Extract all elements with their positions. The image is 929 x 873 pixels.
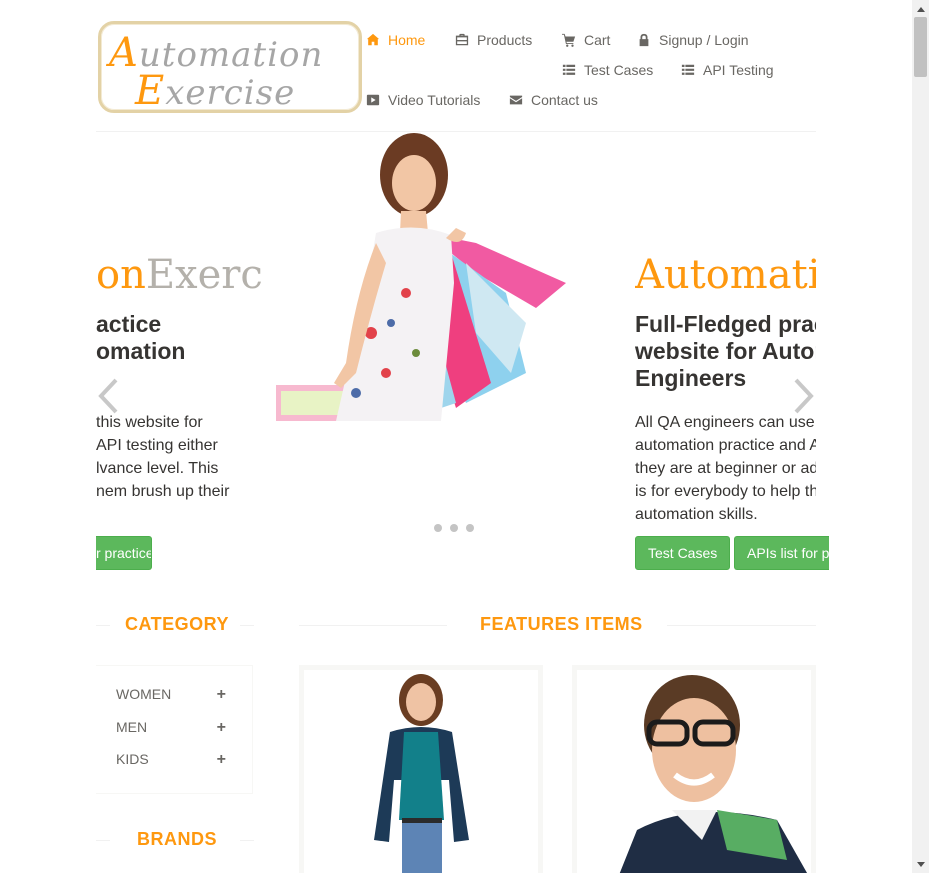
list-icon xyxy=(562,64,576,75)
product-image-woman xyxy=(374,674,469,873)
product-image-man xyxy=(619,675,808,873)
slider-shopping-girl-image xyxy=(276,133,566,421)
youtube-play-icon xyxy=(366,94,380,106)
logo-line-2: Exercise xyxy=(135,68,296,114)
scrollbar-thumb[interactable] xyxy=(914,17,927,77)
nav-video-label: Video Tutorials xyxy=(388,92,481,108)
chevron-left-icon xyxy=(98,378,118,414)
apis-list-button-left[interactable]: r practice xyxy=(96,536,152,570)
nav-cart-label: Cart xyxy=(584,32,611,48)
category-item-kids[interactable]: KIDS + xyxy=(116,751,226,769)
nav-test-cases[interactable]: Test Cases xyxy=(562,62,653,78)
site-logo[interactable]: Automation Exercise xyxy=(98,21,362,114)
page: Automation Exercise Home Products Cart S… xyxy=(0,0,912,873)
slide-subtitle-left: actice omation xyxy=(96,311,186,364)
slider-prev-arrow[interactable] xyxy=(97,377,119,415)
nav-login[interactable]: Signup / Login xyxy=(637,32,749,48)
brands-line-right xyxy=(240,840,254,841)
envelope-icon xyxy=(509,95,523,105)
category-line-right xyxy=(240,625,254,626)
slider-dot[interactable] xyxy=(450,524,458,532)
category-label: KIDS xyxy=(116,751,149,767)
brands-line-left xyxy=(96,840,110,841)
product-card xyxy=(572,665,816,873)
slider-dot[interactable] xyxy=(434,524,442,532)
slide-title-right: Automation xyxy=(635,252,816,298)
slide-text-right: All QA engineers can use this website fo… xyxy=(635,414,816,523)
category-label: WOMEN xyxy=(116,686,172,702)
category-item-women[interactable]: WOMEN + xyxy=(116,686,226,704)
category-line-left xyxy=(96,625,110,626)
slider-indicators xyxy=(434,524,474,532)
vertical-scrollbar[interactable] xyxy=(912,0,929,873)
caret-up-icon xyxy=(916,6,925,12)
nav-contact-us[interactable]: Contact us xyxy=(509,92,598,108)
home-icon xyxy=(366,33,380,46)
test-cases-button[interactable]: Test Cases xyxy=(635,536,731,570)
features-heading: FEATURES ITEMS xyxy=(480,614,643,634)
briefcase-icon xyxy=(455,33,469,46)
slide-text-left: this website for API testing either lvan… xyxy=(96,414,230,500)
caret-down-icon xyxy=(916,861,925,867)
nav-api-testing[interactable]: API Testing xyxy=(681,62,774,78)
slide-title-left: onExercise xyxy=(96,252,261,298)
slider-next-arrow[interactable] xyxy=(793,377,815,415)
list-icon xyxy=(681,64,695,75)
nav-test-cases-label: Test Cases xyxy=(584,62,654,78)
slider-dot[interactable] xyxy=(466,524,474,532)
category-panel: WOMEN + MEN + KIDS + xyxy=(96,665,253,794)
nav-home[interactable]: Home xyxy=(366,32,425,48)
plus-icon[interactable]: + xyxy=(217,686,226,704)
brands-heading: BRANDS xyxy=(137,829,218,849)
category-heading: CATEGORY xyxy=(125,614,230,634)
nav-contact-label: Contact us xyxy=(531,92,598,108)
plus-icon[interactable]: + xyxy=(217,751,226,769)
product-card xyxy=(299,665,543,873)
apis-list-button[interactable]: APIs list for practice xyxy=(734,536,829,570)
lock-icon xyxy=(639,33,649,47)
category-label: MEN xyxy=(116,719,148,735)
nav-cart[interactable]: Cart xyxy=(562,32,610,48)
scroll-up-arrow[interactable] xyxy=(912,0,929,17)
cart-icon xyxy=(562,33,576,47)
nav-products-label: Products xyxy=(477,32,533,48)
slide-subtitle-right: Full-Fledged practice website for Automa… xyxy=(635,311,816,391)
nav-products[interactable]: Products xyxy=(455,32,532,48)
nav-login-label: Signup / Login xyxy=(659,32,749,48)
chevron-right-icon xyxy=(794,378,814,414)
nav-api-testing-label: API Testing xyxy=(703,62,774,78)
category-item-men[interactable]: MEN + xyxy=(116,719,226,737)
plus-icon[interactable]: + xyxy=(217,719,226,737)
nav-video-tutorials[interactable]: Video Tutorials xyxy=(366,92,480,108)
features-line-right xyxy=(667,625,816,626)
nav-home-label: Home xyxy=(388,32,426,48)
header-divider xyxy=(96,131,816,132)
features-line-left xyxy=(299,625,447,626)
scroll-down-arrow[interactable] xyxy=(912,856,929,873)
